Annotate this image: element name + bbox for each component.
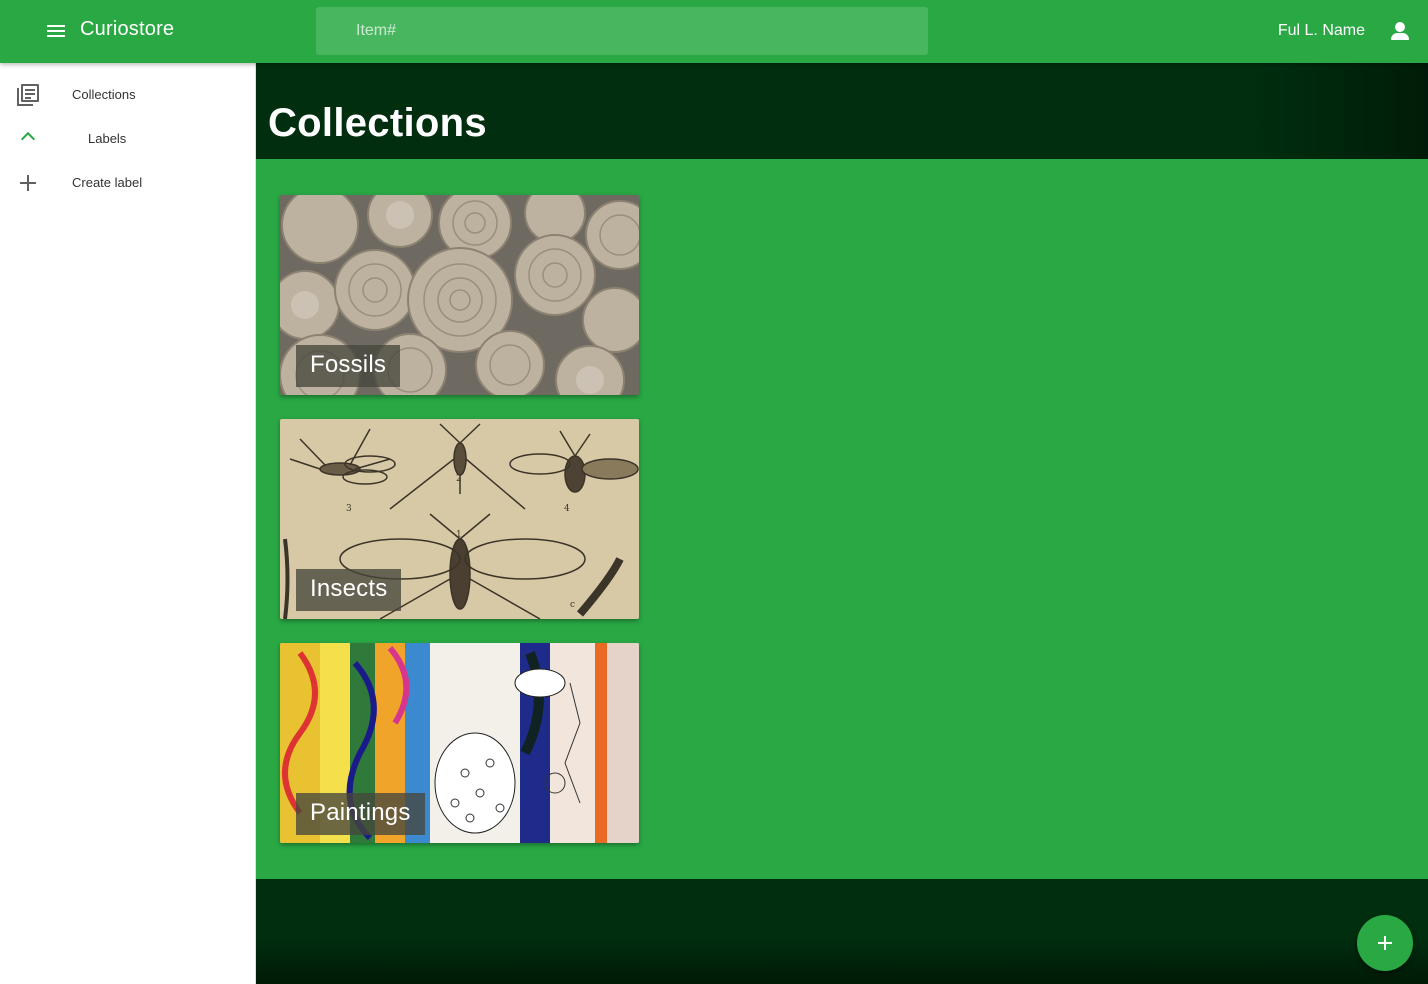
sidebar: Collections Labels Create label (0, 63, 256, 984)
menu-icon[interactable] (44, 20, 68, 44)
collection-card-label: Paintings (296, 793, 425, 835)
sidebar-item-collections[interactable]: Collections (0, 75, 256, 115)
app-title: Curiostore (80, 18, 175, 40)
collections-grid: Fossils 3 2 4 1 c Insects Paintings (256, 159, 1428, 879)
sidebar-item-label: Labels (88, 131, 127, 146)
svg-text:4: 4 (564, 504, 570, 514)
collection-card-fossils[interactable]: Fossils (280, 195, 639, 395)
sidebar-item-labels[interactable]: Labels (0, 119, 256, 159)
footer-band (256, 879, 1428, 984)
library-books-icon (17, 84, 39, 106)
svg-text:3: 3 (346, 504, 352, 514)
collection-card-insects[interactable]: 3 2 4 1 c Insects (280, 419, 639, 619)
svg-text:2: 2 (456, 474, 462, 484)
collection-card-label: Insects (296, 569, 402, 611)
collection-card-paintings[interactable]: Paintings (280, 643, 639, 843)
search-input[interactable] (316, 7, 928, 55)
chevron-up-icon[interactable] (20, 131, 36, 147)
sidebar-item-create-label[interactable]: Create label (0, 163, 256, 203)
main-content: Collections Fossils 3 2 4 1 c Insects Pa… (256, 63, 1428, 984)
person-icon[interactable] (1389, 20, 1411, 42)
page-header: Collections (256, 63, 1428, 159)
collection-card-label: Fossils (296, 345, 401, 387)
top-app-bar: Curiostore Ful L. Name (0, 0, 1428, 63)
svg-text:c: c (570, 600, 575, 610)
plus-icon (1378, 936, 1392, 950)
user-name[interactable]: Ful L. Name (1278, 22, 1365, 40)
sidebar-item-label: Collections (72, 87, 136, 102)
svg-text:1: 1 (456, 530, 462, 540)
sidebar-item-label: Create label (72, 175, 143, 190)
add-collection-fab[interactable] (1357, 915, 1413, 971)
page-title: Collections (268, 101, 487, 145)
plus-icon (20, 175, 36, 191)
